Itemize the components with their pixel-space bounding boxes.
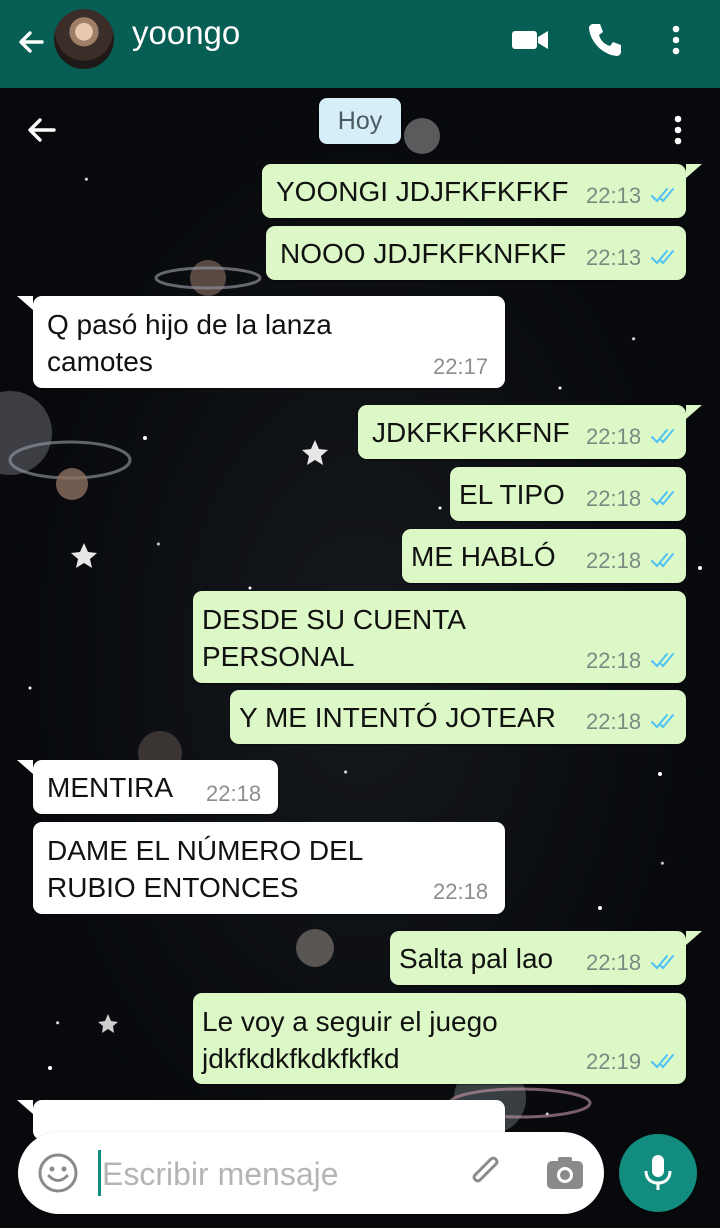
- more-vert-icon[interactable]: [654, 18, 698, 62]
- message-text: YOONGI JDJFKFKFKF: [276, 176, 569, 207]
- message-text: MENTIRA: [47, 772, 173, 803]
- message-text: Q pasó hijo de la lanza camotes: [47, 309, 332, 377]
- message-text: JDKFKFKKFNF: [372, 417, 570, 448]
- mic-icon[interactable]: [619, 1134, 697, 1212]
- message-bubble-outgoing[interactable]: ME HABLÓ 22:18: [402, 529, 686, 583]
- contact-name[interactable]: yoongo: [132, 14, 240, 52]
- paperclip-icon[interactable]: [466, 1152, 508, 1194]
- message-input[interactable]: [100, 1148, 434, 1200]
- phone-icon[interactable]: [583, 18, 627, 62]
- message-time: 22:17: [433, 354, 489, 379]
- message-time: 22:18: [433, 879, 489, 904]
- overlay-back-arrow-icon[interactable]: [22, 110, 62, 150]
- message-time: 22:18: [586, 648, 642, 673]
- message-time: 22:18: [206, 781, 262, 806]
- message-time: 22:18: [586, 424, 642, 449]
- contact-avatar[interactable]: [54, 9, 114, 69]
- read-ticks-icon: [651, 1054, 674, 1069]
- message-bubble-outgoing[interactable]: EL TIPO 22:18: [450, 467, 686, 521]
- message-bubble-outgoing[interactable]: NOOO JDJFKFKNFKF 22:13: [266, 226, 686, 280]
- chat-header: yoongo: [0, 0, 720, 88]
- camera-icon[interactable]: [544, 1152, 586, 1194]
- message-time: 22:18: [586, 950, 642, 975]
- date-chip: Hoy: [319, 98, 401, 144]
- read-ticks-icon: [651, 491, 674, 506]
- chat-screen: yoongo Hoy YOONGI JDJFKFKFKF 22:13 NOOO …: [0, 0, 720, 1228]
- message-text: Salta pal lao: [399, 943, 554, 974]
- message-text: NOOO JDJFKFKNFKF: [280, 238, 567, 269]
- message-text: ME HABLÓ: [411, 541, 556, 572]
- message-bubble-outgoing[interactable]: DESDE SU CUENTA PERSONAL 22:18: [193, 591, 686, 683]
- message-bubble-outgoing[interactable]: JDKFKFKKFNF 22:18: [358, 405, 702, 459]
- message-bubble-incoming[interactable]: Q pasó hijo de la lanza camotes 22:17: [17, 296, 505, 388]
- message-time: 22:13: [586, 245, 642, 270]
- message-time: 22:19: [586, 1049, 642, 1074]
- read-ticks-icon: [651, 653, 674, 668]
- read-ticks-icon: [651, 955, 674, 970]
- message-bubble-incoming[interactable]: MENTIRA 22:18: [17, 760, 278, 814]
- message-bubble-incoming[interactable]: DAME EL NÚMERO DEL RUBIO ENTONCES 22:18: [33, 822, 505, 914]
- read-ticks-icon: [651, 188, 674, 203]
- message-bubble-outgoing[interactable]: YOONGI JDJFKFKFKF 22:13: [262, 164, 702, 218]
- read-ticks-icon: [651, 250, 674, 265]
- read-ticks-icon: [651, 553, 674, 568]
- message-bubble-outgoing[interactable]: Le voy a seguir el juego jdkfkdkfkdkfkfk…: [193, 993, 686, 1084]
- message-text: Le voy a seguir el juego jdkfkdkfkdkfkfk…: [202, 1006, 498, 1074]
- message-bubble-outgoing[interactable]: Salta pal lao 22:18: [390, 931, 702, 985]
- read-ticks-icon: [651, 429, 674, 444]
- message-text: EL TIPO: [459, 479, 565, 510]
- video-call-icon[interactable]: [508, 18, 552, 62]
- message-composer: [18, 1132, 604, 1214]
- overlay-more-vert-icon[interactable]: [660, 108, 696, 152]
- message-bubble-outgoing[interactable]: Y ME INTENTÓ JOTEAR 22:18: [230, 690, 686, 744]
- back-arrow-icon[interactable]: [12, 22, 52, 62]
- message-time: 22:13: [586, 183, 642, 208]
- message-time: 22:18: [586, 486, 642, 511]
- message-time: 22:18: [586, 709, 642, 734]
- read-ticks-icon: [651, 714, 674, 729]
- message-text: Y ME INTENTÓ JOTEAR: [239, 702, 556, 733]
- message-text: DESDE SU CUENTA PERSONAL: [202, 604, 466, 672]
- message-time: 22:18: [586, 548, 642, 573]
- message-text: DAME EL NÚMERO DEL RUBIO ENTONCES: [47, 835, 364, 903]
- emoji-icon[interactable]: [36, 1151, 80, 1195]
